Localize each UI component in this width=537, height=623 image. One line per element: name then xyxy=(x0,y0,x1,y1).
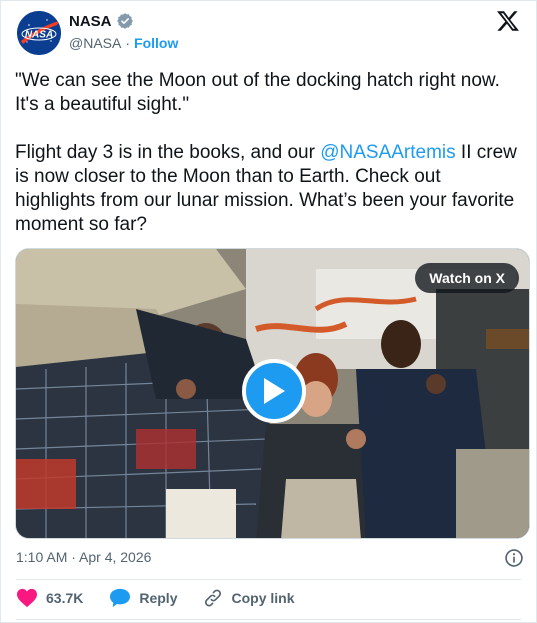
video-player[interactable]: Watch on X xyxy=(15,248,530,539)
author-handle-row: @NASA · Follow xyxy=(69,35,178,51)
handle-separator: · xyxy=(125,35,131,51)
watch-on-x-button[interactable]: Watch on X xyxy=(415,263,519,293)
bottom-divider xyxy=(16,619,521,620)
tweet-quote: "We can see the Moon out of the docking … xyxy=(15,70,506,115)
verified-badge-icon xyxy=(116,13,133,29)
nasa-logo-icon: NASA xyxy=(17,11,61,55)
play-icon xyxy=(264,378,285,404)
tweet-body-start: Flight day 3 is in the books, and our xyxy=(15,142,321,163)
tweet-timestamp[interactable]: 1:10 AM · Apr 4, 2026 xyxy=(16,549,151,565)
info-icon[interactable] xyxy=(504,548,524,568)
avatar[interactable]: NASA xyxy=(17,11,61,55)
play-button[interactable] xyxy=(242,359,306,423)
tweet-card: NASA NASA @NASA · Follow "We can see the… xyxy=(0,0,537,623)
like-count: 63.7K xyxy=(46,590,84,606)
like-button[interactable]: 63.7K xyxy=(16,588,83,608)
reply-button[interactable]: Reply xyxy=(109,588,177,608)
reply-label: Reply xyxy=(139,590,178,606)
avatar-logo-text: NASA xyxy=(25,30,53,41)
author-name-row: NASA xyxy=(69,12,134,30)
action-bar: 63.7K Reply Copy link xyxy=(16,587,321,609)
author-handle[interactable]: @NASA xyxy=(69,35,121,51)
x-logo-icon[interactable] xyxy=(496,9,520,33)
link-icon xyxy=(205,589,222,607)
footer-divider xyxy=(16,579,521,580)
heart-icon xyxy=(17,588,37,608)
tweet-text: "We can see the Moon out of the docking … xyxy=(15,69,525,237)
mention-link[interactable]: @NASAArtemis xyxy=(320,142,455,163)
follow-button[interactable]: Follow xyxy=(134,35,178,51)
author-name[interactable]: NASA xyxy=(69,13,112,30)
copy-link-button[interactable]: Copy link xyxy=(203,588,295,608)
copy-link-label: Copy link xyxy=(231,590,295,606)
reply-bubble-icon xyxy=(110,588,131,608)
